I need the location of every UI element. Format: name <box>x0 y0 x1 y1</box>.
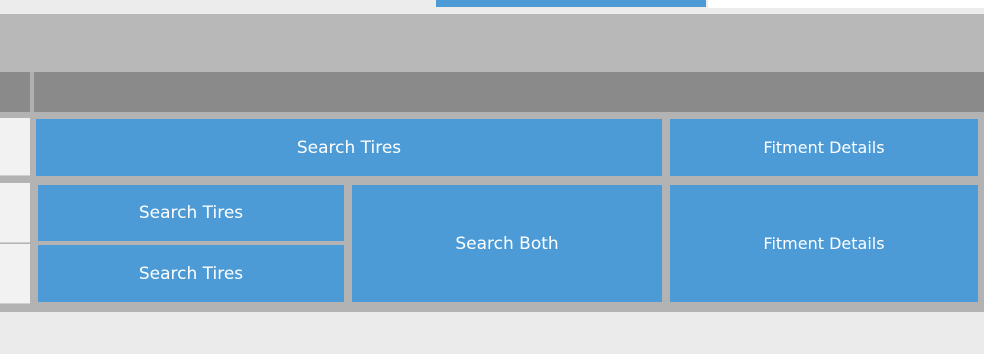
toolbar-bar <box>0 14 984 72</box>
bottom-blank-area <box>0 312 984 354</box>
search-both-button[interactable]: Search Both <box>352 185 662 302</box>
row-stub-2 <box>0 183 30 243</box>
search-tires-button[interactable]: Search Tires <box>38 245 344 302</box>
row-stub-1 <box>0 118 30 176</box>
page: Search Tires Fitment Details Search Tire… <box>0 0 984 354</box>
search-tires-button[interactable]: Search Tires <box>36 119 662 176</box>
table-header-row <box>0 72 984 112</box>
active-tab-indicator[interactable] <box>436 0 706 7</box>
top-strip <box>0 0 984 14</box>
header-column-divider <box>30 72 34 112</box>
fitment-details-button[interactable]: Fitment Details <box>670 185 978 302</box>
row-stub-3 <box>0 244 30 304</box>
fitment-details-button[interactable]: Fitment Details <box>670 119 978 176</box>
header-left-cell <box>0 72 30 112</box>
top-strip-white-area <box>708 0 984 8</box>
results-table: Search Tires Fitment Details Search Tire… <box>0 72 984 312</box>
search-tires-button[interactable]: Search Tires <box>38 185 344 241</box>
